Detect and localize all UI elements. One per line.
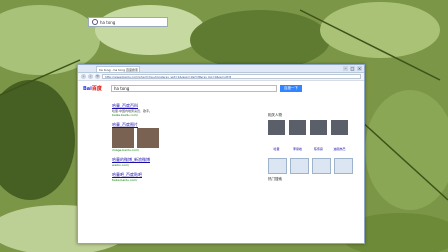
query-input[interactable]: ha tong xyxy=(111,85,277,92)
minimize-icon[interactable]: – xyxy=(343,66,348,71)
browser-window: ha tong - ha tong 百度搜索 – □ × ‹ › ↻ http:… xyxy=(77,64,365,244)
person-photo xyxy=(289,120,306,135)
browser-toolbar: ‹ › ↻ http://www.baidu.com/s?wd=ha+tong&… xyxy=(78,73,364,81)
result-url: baike.baidu.com/ xyxy=(112,113,138,117)
baidu-logo: Bai百度 xyxy=(83,86,102,92)
result-item: 哈童_百度百科 哈童,中国内地男演员、歌手。 baike.baidu.com/ xyxy=(112,103,262,117)
person-photo xyxy=(331,120,348,135)
results-list: 哈童_百度百科 哈童,中国内地男演员、歌手。 baike.baidu.com/ … xyxy=(112,103,262,187)
people-heading: 相关人物 xyxy=(268,113,282,117)
close-icon[interactable]: × xyxy=(357,66,362,71)
related-image[interactable] xyxy=(290,158,309,174)
person-card[interactable]: 哈童 xyxy=(268,120,285,154)
rank-heading: 热门搜索 xyxy=(268,177,282,181)
desktop-search-input[interactable]: ha tong xyxy=(88,17,168,27)
person-photo xyxy=(310,120,327,135)
result-item: 哈童的微博_新浪微博 weibo.com/ xyxy=(112,157,262,167)
result-item: 哈童吧_百度贴吧 tieba.baidu.com/ xyxy=(112,172,262,182)
search-button[interactable]: 百度一下 xyxy=(280,85,302,92)
person-card[interactable]: 迪丽热巴 xyxy=(331,120,348,154)
desktop-search-text: ha tong xyxy=(100,19,116,25)
back-icon[interactable]: ‹ xyxy=(81,74,86,79)
maximize-icon[interactable]: □ xyxy=(350,66,355,71)
related-sidebar: 相关人物 哈童 李易峰 陈伟霆 迪丽热巴 热门搜索 xyxy=(268,113,354,184)
related-image[interactable] xyxy=(334,158,353,174)
person-photo xyxy=(268,120,285,135)
result-thumbnail[interactable] xyxy=(137,128,159,148)
related-image[interactable] xyxy=(268,158,287,174)
address-bar[interactable]: http://www.baidu.com/s?wd=ha+tong&rsv_sp… xyxy=(102,74,361,79)
person-card[interactable]: 陈伟霆 xyxy=(310,120,327,154)
result-item: 哈童_百度图片 image.baidu.com/ xyxy=(112,122,262,152)
result-url: weibo.com/ xyxy=(112,163,130,167)
result-thumbnail[interactable] xyxy=(112,128,134,148)
person-card[interactable]: 李易峰 xyxy=(289,120,306,154)
refresh-icon[interactable]: ↻ xyxy=(95,74,100,79)
search-results-page: Bai百度 ha tong 百度一下 哈童_百度百科 哈童,中国内地男演员、歌手… xyxy=(78,81,364,243)
search-icon xyxy=(92,19,98,25)
result-url: image.baidu.com/ xyxy=(112,148,140,152)
browser-tab[interactable]: ha tong - ha tong 百度搜索 xyxy=(96,66,140,72)
related-image[interactable] xyxy=(312,158,331,174)
result-url: tieba.baidu.com/ xyxy=(112,178,138,182)
forward-icon[interactable]: › xyxy=(88,74,93,79)
browser-titlebar: ha tong - ha tong 百度搜索 – □ × xyxy=(78,65,364,73)
